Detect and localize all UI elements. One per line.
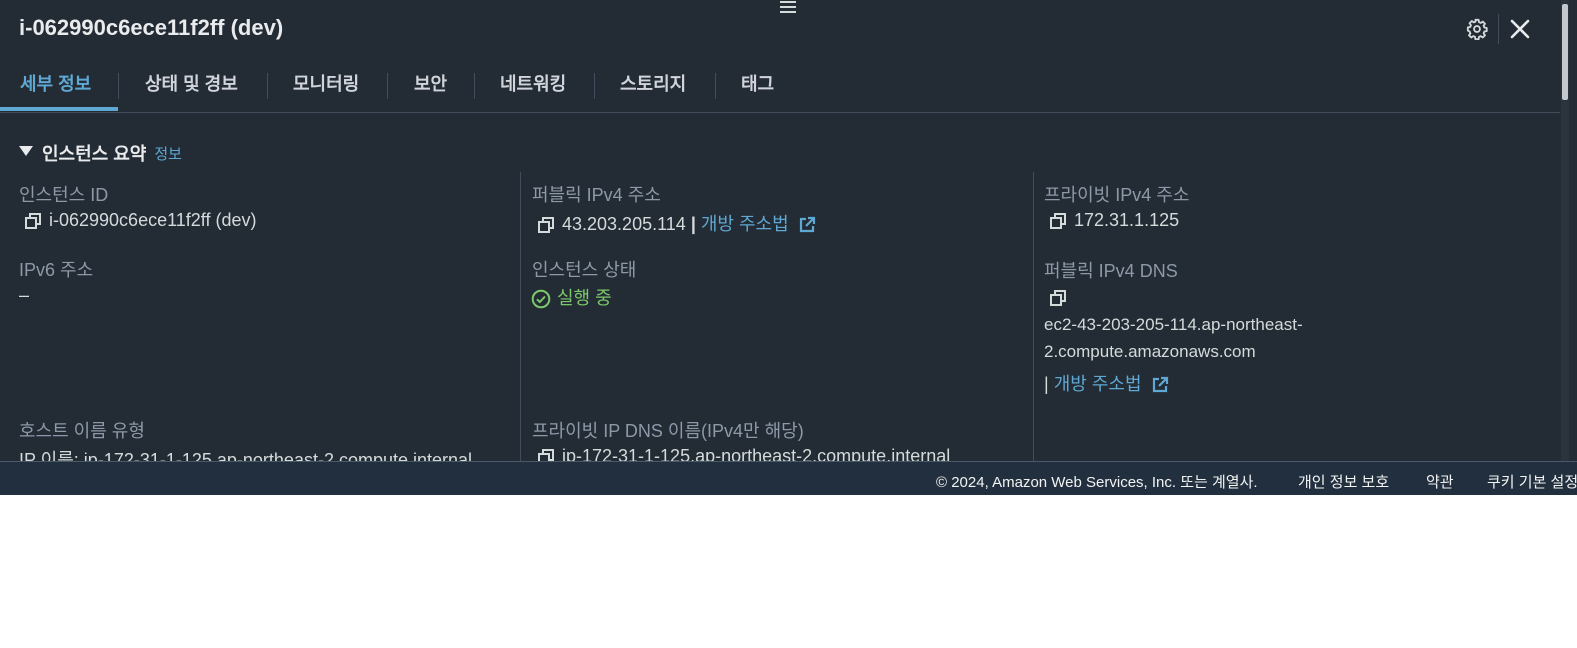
public-ipv4-label: 퍼블릭 IPv4 주소 xyxy=(532,185,661,205)
check-circle-icon xyxy=(531,289,551,309)
private-ipv4-text: 172.31.1.125 xyxy=(1074,210,1180,230)
private-ipv4-value: 172.31.1.125 xyxy=(1050,210,1179,231)
private-dns-text: ip-172-31-1-125.ap-northeast-2.compute.i… xyxy=(562,446,951,461)
tab-divider xyxy=(387,73,388,99)
open-address-link[interactable]: 개방 주소법 xyxy=(701,214,789,234)
public-dns-label: 퍼블릭 IPv4 DNS xyxy=(1044,261,1178,281)
info-link[interactable]: 정보 xyxy=(154,146,182,163)
terms-link[interactable]: 약관 xyxy=(1426,471,1454,492)
copy-icon[interactable] xyxy=(1050,213,1066,230)
tab-monitoring[interactable]: 모니터링 xyxy=(293,58,359,110)
section-header[interactable]: 인스턴스 요약 정보 xyxy=(19,140,182,166)
private-dns-value: ip-172-31-1-125.ap-northeast-2.compute.i… xyxy=(538,446,950,461)
close-icon[interactable] xyxy=(1509,18,1531,40)
separator: | xyxy=(1044,374,1049,394)
tab-divider xyxy=(474,73,475,99)
ipv6-value: – xyxy=(19,285,30,305)
drag-handle-icon[interactable] xyxy=(780,1,796,13)
tab-divider xyxy=(594,73,595,99)
tab-bar: 세부 정보 상태 및 경보 모니터링 보안 네트워킹 스토리지 태그 xyxy=(0,58,1560,113)
instance-state-value: 실행 중 xyxy=(531,284,612,310)
public-dns-link-row: | 개방 주소법 xyxy=(1044,370,1169,396)
tab-security[interactable]: 보안 xyxy=(414,58,447,110)
footer: © 2024, Amazon Web Services, Inc. 또는 계열사… xyxy=(0,461,1577,495)
hostname-type-value: IP 이름: ip-172-31-1-125.ap-northeast-2.co… xyxy=(19,450,473,461)
tab-divider xyxy=(118,73,119,99)
copy-icon[interactable] xyxy=(1050,290,1066,307)
gear-icon[interactable] xyxy=(1466,18,1488,40)
tab-networking[interactable]: 네트워킹 xyxy=(500,58,566,110)
tab-tags[interactable]: 태그 xyxy=(741,58,774,110)
instance-id-label: 인스턴스 ID xyxy=(19,185,109,205)
tab-status-alarms[interactable]: 상태 및 경보 xyxy=(145,58,238,110)
external-link-icon[interactable] xyxy=(798,216,816,234)
separator: | xyxy=(690,214,696,234)
external-link-icon[interactable] xyxy=(1151,376,1169,394)
scrollbar-thumb[interactable] xyxy=(1562,4,1568,100)
copy-icon[interactable] xyxy=(538,217,554,234)
column-divider xyxy=(520,172,521,461)
private-dns-label: 프라이빗 IP DNS 이름(IPv4만 해당) xyxy=(532,421,804,441)
instance-details-panel: i-062990c6ece11f2ff (dev) 세부 정보 상태 및 경보 … xyxy=(0,0,1577,461)
public-ipv4-text: 43.203.205.114 xyxy=(562,214,686,234)
tab-divider xyxy=(715,73,716,99)
caret-down-icon[interactable] xyxy=(19,146,33,156)
public-dns-copy[interactable] xyxy=(1050,287,1074,308)
ipv6-label: IPv6 주소 xyxy=(19,260,94,280)
open-address-link[interactable]: 개방 주소법 xyxy=(1054,374,1142,394)
column-divider xyxy=(1033,172,1034,461)
instance-id-text: i-062990c6ece11f2ff (dev) xyxy=(49,210,257,230)
cookie-preferences-link[interactable]: 쿠키 기본 설정 xyxy=(1487,471,1577,492)
instance-state-text: 실행 중 xyxy=(557,288,612,308)
active-tab-indicator xyxy=(0,107,118,111)
public-dns-line2: 2.compute.amazonaws.com xyxy=(1044,342,1256,361)
header-divider xyxy=(1498,14,1499,44)
tab-divider xyxy=(267,73,268,99)
copy-icon[interactable] xyxy=(25,213,41,230)
private-ipv4-label: 프라이빗 IPv4 주소 xyxy=(1044,185,1190,205)
instance-state-label: 인스턴스 상태 xyxy=(532,260,637,280)
public-dns-line1: ec2-43-203-205-114.ap-northeast- xyxy=(1044,315,1303,334)
section-title: 인스턴스 요약 xyxy=(42,144,147,164)
public-ipv4-value: 43.203.205.114 | 개방 주소법 xyxy=(538,210,816,236)
tab-details[interactable]: 세부 정보 xyxy=(20,58,91,110)
panel-title: i-062990c6ece11f2ff (dev) xyxy=(19,15,284,40)
copy-icon[interactable] xyxy=(538,449,554,461)
hostname-type-label: 호스트 이름 유형 xyxy=(19,421,145,441)
instance-id-value: i-062990c6ece11f2ff (dev) xyxy=(25,210,256,231)
copyright-text: © 2024, Amazon Web Services, Inc. 또는 계열사… xyxy=(936,474,1258,491)
tab-storage[interactable]: 스토리지 xyxy=(620,58,686,110)
privacy-link[interactable]: 개인 정보 보호 xyxy=(1298,471,1389,492)
